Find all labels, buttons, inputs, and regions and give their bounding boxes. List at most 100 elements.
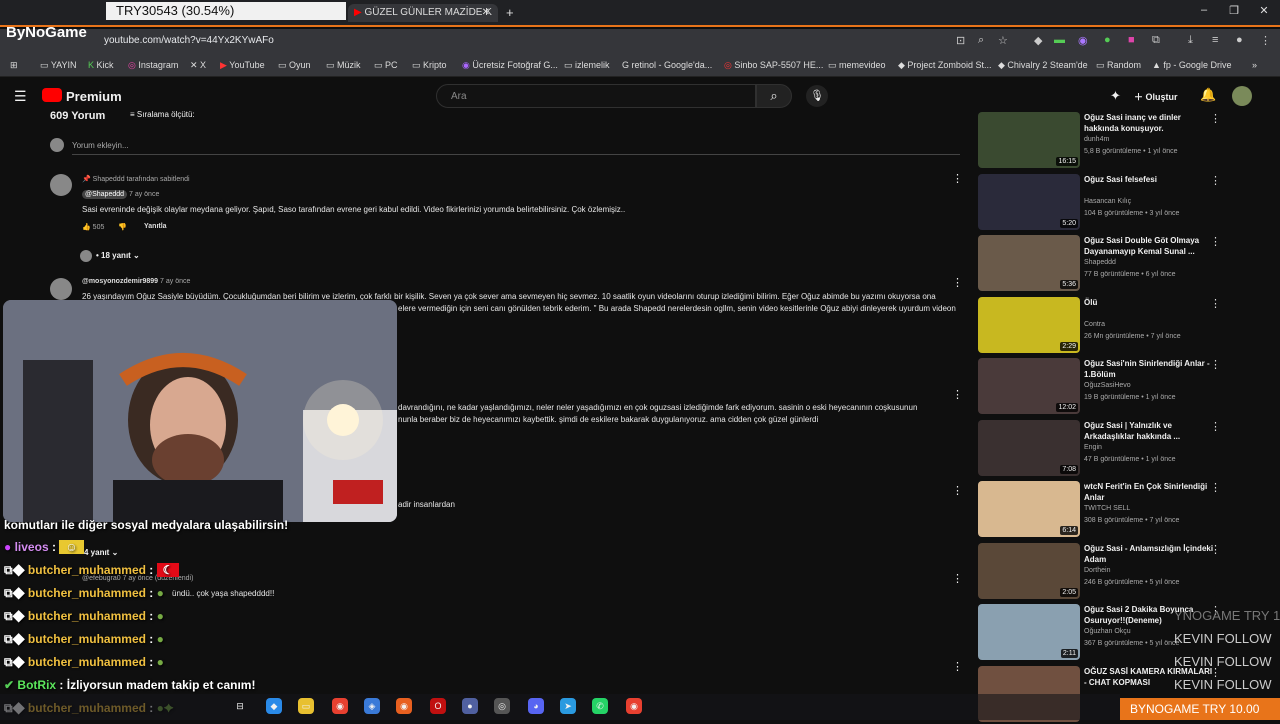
- comment-author[interactable]: @mosyonozdemir9899 7 ay önce: [82, 278, 190, 285]
- recommendation-item[interactable]: 2:29 Ölü Contra 26 Mn görüntüleme • 7 yıl ö…: [978, 297, 1248, 355]
- extension-icon[interactable]: ◆: [1034, 34, 1042, 47]
- bookmark-item[interactable]: ▭ Oyun: [278, 60, 311, 71]
- close-tab-icon[interactable]: ✕: [482, 4, 490, 22]
- bookmark-item[interactable]: ▭ Kripto: [412, 60, 447, 71]
- close-window-icon[interactable]: ✕: [1254, 4, 1274, 20]
- video-thumbnail[interactable]: 5:36: [978, 235, 1080, 291]
- app-icon[interactable]: ◈: [364, 698, 380, 714]
- channel-name[interactable]: TWITCH SELL: [1084, 505, 1130, 512]
- bell-icon[interactable]: 🔔: [1200, 87, 1216, 103]
- recommendation-item[interactable]: 2:05 Oğuz Sasi - Anlamsızlığın İçindeki A…: [978, 543, 1248, 601]
- cast-icon[interactable]: ✦: [1110, 88, 1121, 104]
- channel-name[interactable]: Shapeddd: [1084, 259, 1116, 266]
- video-title[interactable]: Oğuz Sasi - Anlamsızlığın İçindeki Adam: [1084, 543, 1214, 565]
- bookmark-item[interactable]: ▭ memevideo: [828, 60, 886, 71]
- replies-toggle[interactable]: • 18 yanıt ⌄: [96, 251, 140, 260]
- sort-button[interactable]: ≡ Sıralama ölçütü:: [130, 110, 195, 119]
- media-icon[interactable]: ≡: [1212, 34, 1218, 46]
- whatsapp-icon[interactable]: ✆: [592, 698, 608, 714]
- video-title[interactable]: Ölü: [1084, 297, 1214, 308]
- install-icon[interactable]: ⊡: [956, 34, 965, 47]
- menu-icon[interactable]: ⋮: [1260, 34, 1271, 47]
- apps-icon[interactable]: ⊞: [10, 60, 18, 71]
- extension-icon[interactable]: ■: [1128, 34, 1135, 46]
- new-tab-button[interactable]: +: [506, 4, 514, 22]
- channel-name[interactable]: Hasancan Kılıç: [1084, 198, 1131, 205]
- bookmark-item[interactable]: G retinol - Google'da...: [622, 60, 712, 70]
- bookmark-item[interactable]: ◆ Chivalry 2 Steam'de: [998, 60, 1088, 71]
- channel-name[interactable]: Contra: [1084, 321, 1105, 328]
- recommendation-item[interactable]: 5:20 Oğuz Sasi felsefesi Hasancan Kılıç 104…: [978, 174, 1248, 232]
- chrome-icon[interactable]: ◉: [332, 698, 348, 714]
- extension-icon[interactable]: ▬: [1054, 34, 1065, 46]
- video-title[interactable]: Oğuz Sasi felsefesi: [1084, 174, 1214, 185]
- app-icon[interactable]: ◆: [266, 698, 282, 714]
- channel-name[interactable]: Oğuzhan Okçu: [1084, 628, 1131, 635]
- puzzle-icon[interactable]: ⧉: [1152, 34, 1160, 47]
- chrome-icon[interactable]: ◉: [626, 698, 642, 714]
- video-title[interactable]: Oğuz Sasi Double Göt Olmaya Dayanamayıp …: [1084, 235, 1214, 257]
- video-thumbnail[interactable]: 2:11: [978, 604, 1080, 660]
- more-icon[interactable]: ⋮: [1210, 174, 1221, 187]
- tab-active[interactable]: ▶ GÜZEL GÜNLER MAZİDE K ✕: [348, 4, 498, 22]
- bookmark-item[interactable]: ▭ izlemelik: [564, 60, 610, 71]
- bookmark-item[interactable]: ◎ Sinbo SAP-5507 HE...: [724, 60, 823, 71]
- more-icon[interactable]: ⋮: [952, 572, 963, 585]
- telegram-icon[interactable]: ➤: [560, 698, 576, 714]
- minimize-icon[interactable]: –: [1194, 4, 1214, 20]
- bookmark-item[interactable]: ▭ PC: [374, 60, 398, 71]
- bookmark-item[interactable]: ▭ YAYIN: [40, 60, 77, 71]
- video-thumbnail[interactable]: 16:15: [978, 112, 1080, 168]
- channel-name[interactable]: Dorthein: [1084, 567, 1110, 574]
- more-icon[interactable]: ⋮: [1210, 481, 1221, 494]
- video-thumbnail[interactable]: 12:02: [978, 358, 1080, 414]
- bookmark-item[interactable]: ▭ Müzik: [326, 60, 361, 71]
- dislike-icon[interactable]: 👎: [118, 223, 127, 231]
- bookmarks-overflow-icon[interactable]: »: [1252, 60, 1257, 70]
- more-icon[interactable]: ⋮: [1210, 235, 1221, 248]
- video-thumbnail[interactable]: 6:14: [978, 481, 1080, 537]
- folder-icon[interactable]: ▭: [298, 698, 314, 714]
- more-icon[interactable]: ⋮: [952, 172, 963, 185]
- opera-icon[interactable]: O: [430, 698, 446, 714]
- recommendation-item[interactable]: 6:14 wtcN Ferit'in En Çok Sinirlendiği An…: [978, 481, 1248, 539]
- channel-name[interactable]: Engin: [1084, 444, 1102, 451]
- more-icon[interactable]: ⋮: [952, 388, 963, 401]
- more-icon[interactable]: ⋮: [1210, 420, 1221, 433]
- bookmark-item[interactable]: ◆ Project Zomboid St...: [898, 60, 991, 71]
- download-icon[interactable]: ⤓: [1188, 34, 1193, 47]
- channel-name[interactable]: dunh4m: [1084, 136, 1109, 143]
- task-view-icon[interactable]: ⊟: [232, 698, 248, 714]
- bookmark-item[interactable]: ▶ YouTube: [220, 60, 265, 71]
- channel-name[interactable]: OğuzSasiHevo: [1084, 382, 1131, 389]
- mic-icon[interactable]: 🎙: [806, 85, 828, 107]
- video-thumbnail[interactable]: 2:05: [978, 543, 1080, 599]
- steam-icon[interactable]: ◎: [494, 698, 510, 714]
- more-icon[interactable]: ⋮: [1210, 112, 1221, 125]
- video-thumbnail[interactable]: 7:08: [978, 420, 1080, 476]
- app-icon[interactable]: ●: [462, 698, 478, 714]
- maximize-icon[interactable]: ❐: [1224, 4, 1244, 20]
- bookmark-item[interactable]: ◎ Instagram: [128, 60, 178, 71]
- replies-toggle[interactable]: 4 yanıt ⌄: [84, 548, 118, 557]
- reply-button[interactable]: Yanıtla: [144, 223, 167, 230]
- search-input[interactable]: Ara: [436, 84, 756, 108]
- bookmark-star-icon[interactable]: ☆: [998, 34, 1008, 47]
- video-title[interactable]: Oğuz Sasi | Yalnızlık ve Arkadaşlıklar h…: [1084, 420, 1214, 442]
- create-button[interactable]: ＋ Oluştur: [1134, 90, 1178, 103]
- discord-icon[interactable]: ◕: [528, 698, 544, 714]
- comment-author[interactable]: @Shapeddd 7 ay önce: [82, 190, 159, 199]
- video-thumbnail[interactable]: 2:29: [978, 297, 1080, 353]
- recommendation-item[interactable]: 5:36 Oğuz Sasi Double Göt Olmaya Dayanama…: [978, 235, 1248, 293]
- profile-icon[interactable]: ●: [1236, 34, 1243, 46]
- more-icon[interactable]: ⋮: [952, 276, 963, 289]
- video-title[interactable]: Oğuz Sasi'nin Sinirlendiği Anlar - 1.Böl…: [1084, 358, 1214, 380]
- recommendation-item[interactable]: 7:08 Oğuz Sasi | Yalnızlık ve Arkadaşlıkl…: [978, 420, 1248, 478]
- recommendation-item[interactable]: 16:15 Oğuz Sasi inanç ve dinler hakkında …: [978, 112, 1248, 170]
- bookmark-item[interactable]: ▲ fp - Google Drive: [1152, 60, 1231, 70]
- more-icon[interactable]: ⋮: [952, 660, 963, 673]
- more-icon[interactable]: ⋮: [952, 484, 963, 497]
- search-icon[interactable]: ⌕: [756, 84, 792, 108]
- youtube-logo-icon[interactable]: [42, 88, 62, 102]
- video-title[interactable]: Oğuz Sasi inanç ve dinler hakkında konuş…: [1084, 112, 1214, 134]
